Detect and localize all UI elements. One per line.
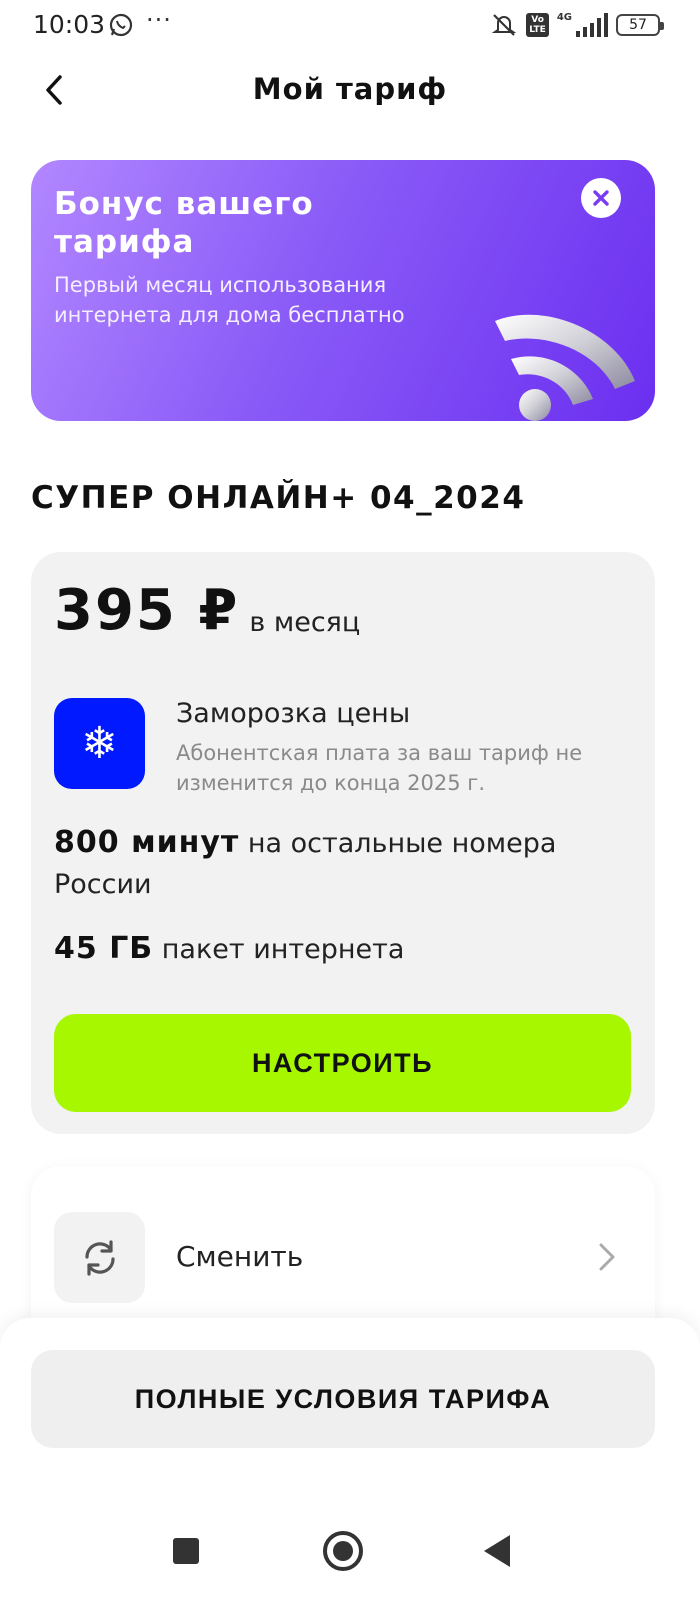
battery-icon: 57 — [616, 14, 664, 36]
feature-minutes: 800 минут на остальные номера России — [54, 822, 634, 905]
page-title: Мой тариф — [252, 72, 448, 106]
wifi-icon — [495, 314, 635, 421]
close-icon — [593, 190, 609, 206]
full-terms-button[interactable]: ПОЛНЫЕ УСЛОВИЯ ТАРИФА — [31, 1350, 655, 1448]
price-value: 395 ₽ — [54, 578, 240, 643]
refresh-icon — [84, 1239, 115, 1276]
bonus-text: Первый месяц использования интернета для… — [54, 273, 405, 327]
whatsapp-icon — [109, 13, 133, 37]
chevron-right-icon — [599, 1243, 615, 1271]
configure-button[interactable]: НАСТРОИТЬ — [54, 1014, 631, 1112]
tariff-card: 395 ₽ в месяц ❄ Заморозка цены Абонентск… — [31, 552, 655, 1134]
system-nav-bar — [0, 1508, 700, 1604]
status-time: 10:03 — [33, 10, 106, 39]
signal-icon — [576, 13, 608, 37]
bottom-sheet: ПОЛНЫЕ УСЛОВИЯ ТАРИФА — [0, 1318, 700, 1508]
internet-value: 45 ГБ — [54, 931, 154, 966]
feature-internet: 45 ГБ пакет интернета — [54, 928, 634, 970]
freeze-text: Абонентская плата за ваш тариф не измени… — [176, 741, 583, 795]
more-dots-icon: ··· — [146, 6, 172, 34]
internet-text: пакет интернета — [161, 934, 405, 965]
price-period: в месяц — [249, 607, 361, 638]
network-type: 4G — [556, 11, 572, 23]
recent-apps-icon[interactable] — [173, 1538, 199, 1564]
status-right-group: Vo LTE 4G 57 — [490, 11, 664, 38]
status-bar: 10:03 ··· Vo LTE 4G 57 — [0, 0, 700, 54]
back-icon[interactable] — [484, 1535, 510, 1567]
refresh-icon-box — [54, 1212, 145, 1303]
freeze-title: Заморозка цены — [176, 698, 411, 729]
bonus-close-button[interactable] — [581, 178, 621, 218]
volte-icon: Vo LTE — [526, 13, 549, 37]
home-icon[interactable] — [323, 1531, 363, 1571]
change-label: Сменить — [176, 1240, 304, 1273]
battery-level: 57 — [629, 17, 647, 33]
bonus-banner[interactable]: Бонус вашего тарифа Первый месяц использ… — [31, 160, 655, 421]
minutes-value: 800 минут — [54, 825, 240, 860]
tariff-name: СУПЕР ОНЛАЙН+ 04_2024 — [31, 480, 526, 516]
snowflake-icon: ❄ — [54, 698, 145, 789]
muted-icon — [491, 14, 517, 36]
bonus-title: Бонус вашего тарифа — [54, 186, 314, 260]
header: Мой тариф — [0, 58, 700, 122]
price-row: 395 ₽ в месяц — [54, 580, 360, 642]
